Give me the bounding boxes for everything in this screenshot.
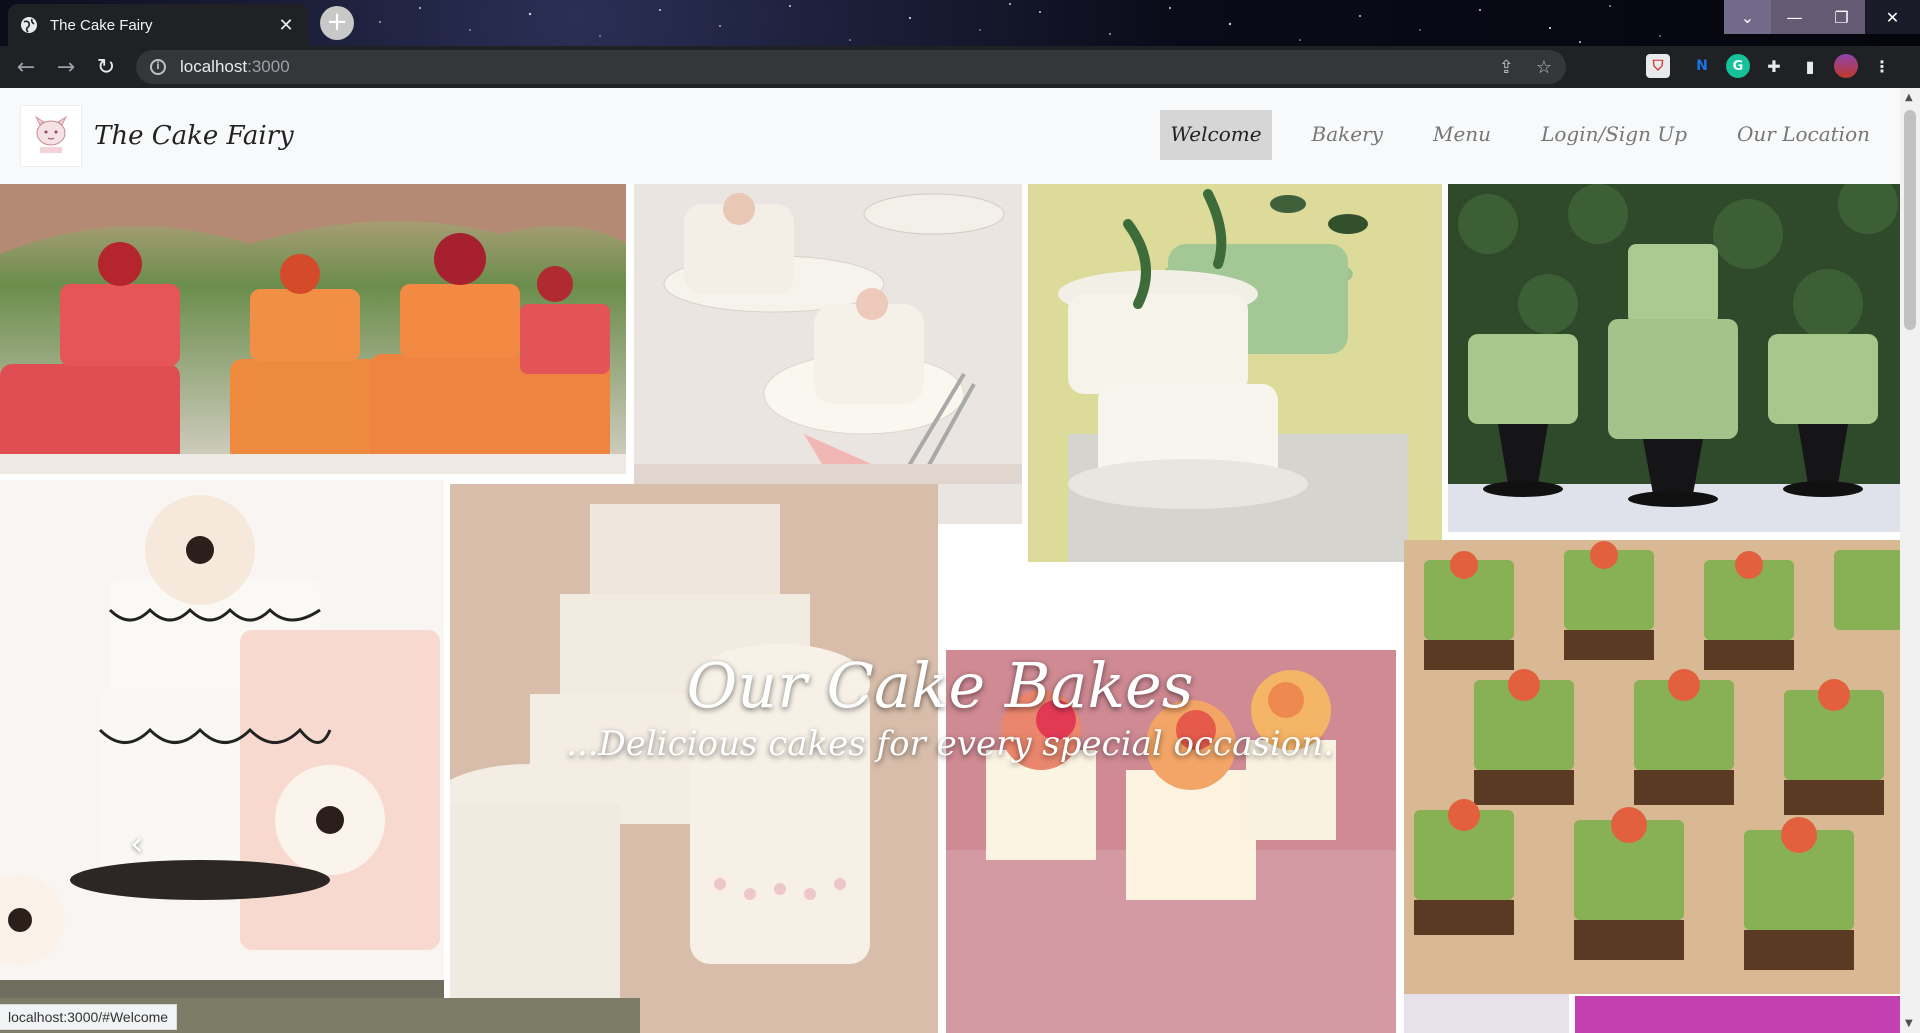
page-scrollbar[interactable]: ▲ ▼ [1900,88,1920,1033]
site-navbar: The Cake Fairy Welcome Bakery Menu Login… [0,88,1900,184]
nav-menu[interactable]: Menu [1423,110,1501,160]
new-tab-button[interactable]: + [320,6,354,40]
close-tab-icon[interactable]: ✕ [276,15,296,36]
scroll-up-icon[interactable]: ▲ [1905,92,1913,103]
brand-name[interactable]: The Cake Fairy [94,121,294,151]
cake-photo-green-white-leaves [1028,184,1442,562]
tab-title: The Cake Fairy [50,16,153,34]
nav-links: Welcome Bakery Menu Login/Sign Up Our Lo… [1130,110,1880,160]
nv-extension-icon[interactable]: N [1690,54,1714,78]
photo-strip-bottom-mid [1404,994,1569,1033]
scrollbar-thumb[interactable] [1904,110,1916,330]
carousel-prev-icon[interactable]: ‹ [130,824,144,864]
browser-menu-icon[interactable]: ⋮ [1870,54,1894,78]
pocket-extension-icon[interactable]: ⛉ [1646,54,1670,78]
cake-photo-white-roses [634,184,1022,524]
window-controls: ⌄ — ❐ ✕ [1724,0,1920,34]
browser-tab-strip: The Cake Fairy ✕ + ⌄ — ❐ ✕ [0,0,1920,46]
tab-search-icon[interactable]: ⌄ [1724,0,1771,34]
extensions-area: ⛉ N G ✚ ▮ ⋮ [1640,54,1900,78]
carousel-subtitle: ...Delicious cakes for every special occ… [566,724,1334,764]
photo-strip-bottom-right [1575,996,1900,1033]
profile-avatar-icon[interactable] [1834,54,1858,78]
cake-photo-green-lace [1448,184,1900,532]
minimize-button[interactable]: — [1771,0,1818,34]
address-bar[interactable]: i localhost:3000 ⇪ ☆ [136,50,1566,84]
site-info-icon[interactable]: i [150,59,166,75]
nav-welcome[interactable]: Welcome [1160,110,1272,160]
reload-icon[interactable]: ↻ [86,55,126,80]
nav-login-signup[interactable]: Login/Sign Up [1531,110,1697,160]
carousel-title: Our Cake Bakes [686,649,1194,722]
share-icon[interactable]: ⇪ [1499,57,1514,78]
nav-bakery[interactable]: Bakery [1302,110,1393,160]
cake-photo-red-orange [0,184,626,474]
scroll-down-icon[interactable]: ▼ [1905,1018,1913,1029]
brand[interactable]: The Cake Fairy [20,105,294,167]
url-text[interactable]: localhost:3000 [180,57,1477,77]
cake-photo-green-squares [1404,540,1900,994]
globe-icon [21,17,37,33]
browser-tab[interactable]: The Cake Fairy ✕ [8,4,308,46]
browser-toolbar: ← → ↻ i localhost:3000 ⇪ ☆ ⛉ N G ✚ ▮ ⋮ [0,46,1920,88]
web-page: The Cake Fairy Welcome Bakery Menu Login… [0,88,1920,1033]
nav-our-location[interactable]: Our Location [1727,110,1880,160]
grammarly-extension-icon[interactable]: G [1726,54,1750,78]
forward-icon[interactable]: → [46,55,86,80]
close-window-button[interactable]: ✕ [1865,0,1920,34]
cake-fairy-logo [20,105,82,167]
bookmark-star-icon[interactable]: ☆ [1536,57,1552,78]
restore-button[interactable]: ❐ [1818,0,1865,34]
back-icon[interactable]: ← [6,55,46,80]
extensions-puzzle-icon[interactable]: ✚ [1762,54,1786,78]
link-status-bar: localhost:3000/#Welcome [0,1004,178,1030]
side-panel-icon[interactable]: ▮ [1798,54,1822,78]
hero-carousel: Our Cake Bakes ...Delicious cakes for ev… [0,184,1900,1033]
